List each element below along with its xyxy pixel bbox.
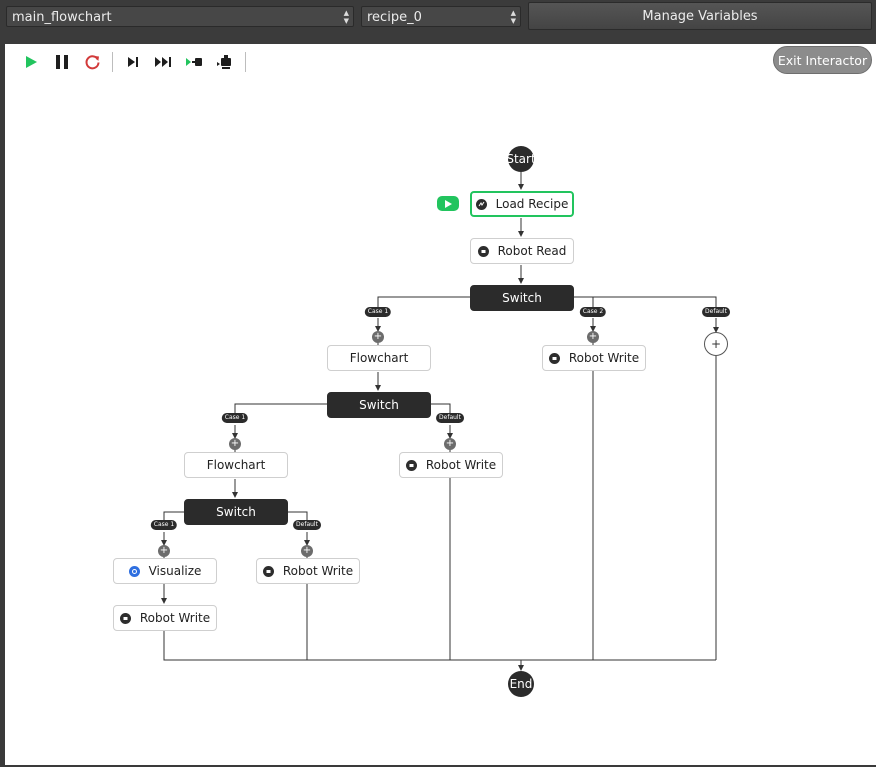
- add-step-button[interactable]: +: [444, 438, 456, 450]
- play-icon: [445, 199, 452, 208]
- robot-icon: [548, 352, 560, 364]
- case-tag: Case 1: [150, 520, 178, 530]
- load-recipe-node[interactable]: Load Recipe: [470, 191, 574, 217]
- end-node[interactable]: End: [508, 671, 534, 697]
- add-step-button[interactable]: +: [158, 545, 170, 557]
- case-tag: Case 2: [579, 307, 607, 317]
- add-step-button[interactable]: +: [301, 545, 313, 557]
- robot-write-node[interactable]: Robot Write: [256, 558, 360, 584]
- robot-icon: [262, 565, 274, 577]
- node-label: Robot Read: [497, 244, 567, 258]
- node-label: Visualize: [148, 564, 202, 578]
- top-bar: main_flowchart ▲ ▼ recipe_0 ▲ ▼ Manage Var…: [0, 0, 876, 44]
- case-tag: Case 1: [364, 307, 392, 317]
- recipe-select-value: recipe_0: [367, 10, 422, 25]
- default-tag: Default: [293, 520, 321, 530]
- select-arrows-icon: ▲ ▼: [510, 8, 516, 25]
- run-indicator: [437, 196, 459, 211]
- robot-write-node[interactable]: Robot Write: [113, 605, 217, 631]
- visualize-node[interactable]: Visualize: [113, 558, 217, 584]
- select-arrows-icon: ▲ ▼: [343, 8, 349, 25]
- robot-write-node[interactable]: Robot Write: [542, 345, 646, 371]
- flowchart-select[interactable]: main_flowchart ▲ ▼: [6, 6, 354, 27]
- default-tag: Default: [436, 413, 464, 423]
- add-step-button[interactable]: +: [372, 331, 384, 343]
- switch-node-2[interactable]: Switch: [327, 392, 431, 418]
- recipe-select[interactable]: recipe_0 ▲ ▼: [361, 6, 521, 27]
- node-label: Robot Write: [139, 611, 211, 625]
- robot-read-node[interactable]: Robot Read: [470, 238, 574, 264]
- node-label: Load Recipe: [495, 197, 569, 211]
- manage-variables-button[interactable]: Manage Variables: [528, 2, 872, 30]
- robot-write-node[interactable]: Robot Write: [399, 452, 503, 478]
- flowchart-canvas: Exit Interactor Start Load Recipe Robot …: [5, 44, 876, 765]
- node-label: Robot Write: [282, 564, 354, 578]
- flowchart-select-value: main_flowchart: [12, 10, 112, 25]
- node-label: Robot Write: [425, 458, 497, 472]
- visualize-icon: [128, 565, 140, 577]
- robot-icon: [119, 612, 131, 624]
- switch-node-1[interactable]: Switch: [470, 285, 574, 311]
- start-node[interactable]: Start: [506, 146, 536, 172]
- flow-connectors: [161, 172, 719, 671]
- recipe-icon: [475, 198, 487, 210]
- default-tag: Default: [702, 307, 730, 317]
- flowchart-node-2[interactable]: Flowchart: [184, 452, 288, 478]
- add-step-button[interactable]: +: [229, 438, 241, 450]
- robot-icon: [405, 459, 417, 471]
- node-label: Robot Write: [568, 351, 640, 365]
- switch-node-3[interactable]: Switch: [184, 499, 288, 525]
- add-step-button[interactable]: +: [587, 331, 599, 343]
- add-step-button[interactable]: +: [704, 332, 728, 356]
- case-tag: Case 1: [221, 413, 249, 423]
- robot-icon: [477, 245, 489, 257]
- flowchart-node-1[interactable]: Flowchart: [327, 345, 431, 371]
